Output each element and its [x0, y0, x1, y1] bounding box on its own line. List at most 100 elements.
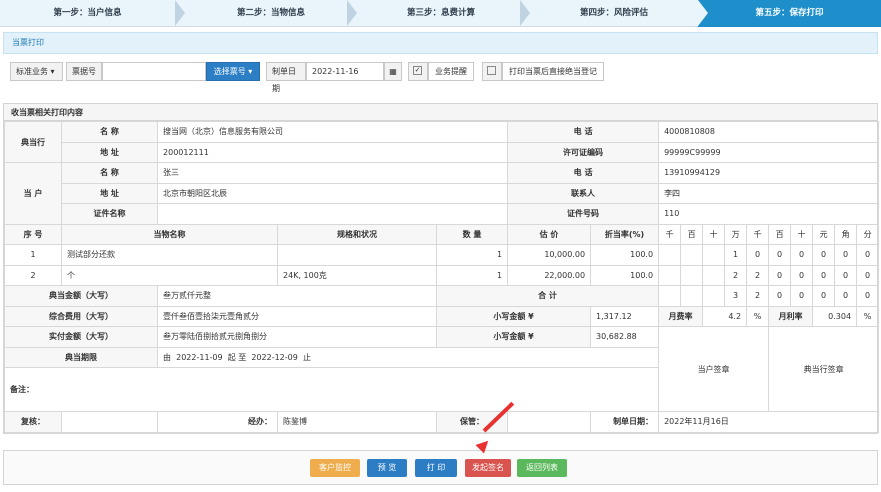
digit-header: 百 [680, 223, 704, 245]
ticket-no-label: 票据号 [66, 62, 102, 81]
period-mid: 起 至 [227, 352, 247, 362]
step-4[interactable]: 第四步：风险评估 [530, 0, 698, 27]
start-sign-button[interactable]: 发起签名 [465, 459, 511, 477]
sum-digit [680, 285, 704, 307]
step-separator [347, 0, 357, 26]
period-value: 由 2022-11-09 起 至 2022-12-09 止 [157, 346, 660, 368]
paid-cn-label: 实付金额（大写） [3, 326, 159, 348]
digit-cell: 0 [834, 264, 858, 286]
monthly-fee-label: 月费率 [658, 305, 704, 327]
col-name: 当物名称 [60, 223, 279, 245]
monthly-rate-label: 月利率 [768, 305, 814, 327]
customer-monitor-button[interactable]: 客户监控 [310, 459, 360, 477]
sum-digit: 2 [746, 285, 770, 307]
digit-cell [702, 264, 726, 286]
step-separator [520, 0, 530, 26]
checkbox-icon [487, 66, 496, 75]
keeper-value [507, 411, 592, 433]
business-type-dropdown[interactable]: 标准业务 ▾ [10, 62, 63, 81]
date-input[interactable]: 2022-11-16 [306, 62, 384, 81]
digit-cell: 0 [768, 264, 792, 286]
digit-cell: 2 [724, 264, 748, 286]
print-button[interactable]: 打 印 [415, 459, 457, 477]
print-content-table: 收当票相关打印内容 典当行 名 称 搜当网（北京）信息服务有限公司 电 话 40… [3, 103, 880, 434]
pawnshop-label: 典当行 [4, 121, 62, 163]
handler-value: 陈鉴博 [277, 411, 438, 433]
sum-label: 合 计 [436, 285, 660, 307]
back-to-list-button[interactable]: 返回列表 [517, 459, 567, 477]
digit-header: 万 [724, 223, 748, 245]
digit-header: 角 [834, 223, 858, 245]
handler-label: 经办： [157, 411, 279, 433]
contact-label: 联系人 [507, 182, 660, 204]
item-rate: 100.0 [590, 264, 660, 286]
item-value: 22,000.00 [507, 264, 592, 286]
fee-small: 1,317.12 [590, 305, 660, 327]
review-value [60, 411, 159, 433]
preview-button[interactable]: 预 览 [367, 459, 407, 477]
business-type-label: 标准业务 [16, 67, 48, 76]
contact-value: 李四 [658, 182, 880, 204]
item-spec [277, 244, 438, 266]
sum-digit: 0 [812, 285, 836, 307]
digit-cell [658, 244, 682, 266]
sum-digit: 3 [724, 285, 748, 307]
step-1[interactable]: 第一步：当户信息 [0, 0, 175, 27]
digit-header: 分 [856, 223, 880, 245]
print-direct-label: 打印当票后直接绝当登记 [502, 62, 604, 81]
sum-digit: 0 [856, 285, 880, 307]
ticket-no-input[interactable] [102, 62, 206, 81]
sum-digit: 0 [834, 285, 858, 307]
customer-addr: 北京市朝阳区北辰 [157, 182, 509, 204]
digit-cell: 0 [856, 244, 880, 266]
monthly-rate: 0.304 [812, 305, 858, 327]
step-3[interactable]: 第三步：息费计算 [357, 0, 525, 27]
item-name: 测试部分还款 [60, 244, 279, 266]
fee-cn-label: 综合费用（大写） [3, 305, 159, 327]
period-suffix: 止 [302, 352, 311, 362]
business-remind-label: 业务提醒 [428, 62, 474, 81]
paid-cn: 叁万零陆佰捌拾贰元捌角捌分 [157, 326, 438, 348]
sum-digit: 0 [790, 285, 814, 307]
step-5-active[interactable]: 第五步：保存打印 [698, 0, 881, 27]
sum-digit [658, 285, 682, 307]
make-date-label: 制单日期： [590, 411, 660, 433]
digit-cell: 2 [746, 264, 770, 286]
sum-digit [702, 285, 726, 307]
pawnshop-name-label: 名 称 [60, 121, 159, 143]
step-2[interactable]: 第二步：当物信息 [185, 0, 357, 27]
digit-cell [680, 244, 704, 266]
period-label: 典当期限 [3, 346, 159, 368]
col-value: 估 价 [507, 223, 592, 245]
digit-cell: 0 [790, 244, 814, 266]
fee-cn: 壹仟叁佰壹拾柒元壹角贰分 [157, 305, 438, 327]
customer-phone: 13910994129 [658, 162, 880, 184]
digit-header: 十 [702, 223, 726, 245]
make-date: 2022年11月16日 [658, 411, 880, 433]
remark-label: 备注： [10, 385, 34, 394]
cert-no-label: 证件号码 [507, 203, 660, 225]
customer-sign: 当户签章 [658, 326, 770, 412]
checkbox-checked-icon: ✓ [413, 66, 422, 75]
amount-cn-label: 典当金额（大写） [3, 285, 159, 307]
pct-unit: % [746, 305, 770, 327]
digit-cell [658, 264, 682, 286]
license-value: 99999C99999 [658, 141, 880, 163]
review-label: 复核： [4, 411, 62, 433]
fee-small-label: 小写金额 ¥ [436, 305, 592, 327]
cert-name-label: 证件名称 [60, 203, 159, 225]
select-ticket-button[interactable]: 选择票号 ▾ [206, 62, 260, 81]
calendar-icon: ▦ [389, 67, 397, 76]
business-remind-checkbox[interactable]: ✓ [408, 62, 428, 81]
customer-phone-label: 电 话 [507, 162, 660, 184]
panel-title: 当票打印 [3, 32, 878, 54]
print-direct-checkbox[interactable] [482, 62, 502, 81]
customer-addr-label: 地 址 [60, 182, 159, 204]
info-table: 典当行 名 称 搜当网（北京）信息服务有限公司 电 话 4000810808 地… [3, 121, 880, 433]
item-seq: 2 [4, 264, 62, 286]
period-end: 2022-12-09 [251, 352, 298, 362]
digit-cell: 0 [746, 244, 770, 266]
sum-digit: 0 [768, 285, 792, 307]
pawnshop-addr: 200012111 [157, 141, 509, 163]
calendar-button[interactable]: ▦ [384, 62, 402, 81]
